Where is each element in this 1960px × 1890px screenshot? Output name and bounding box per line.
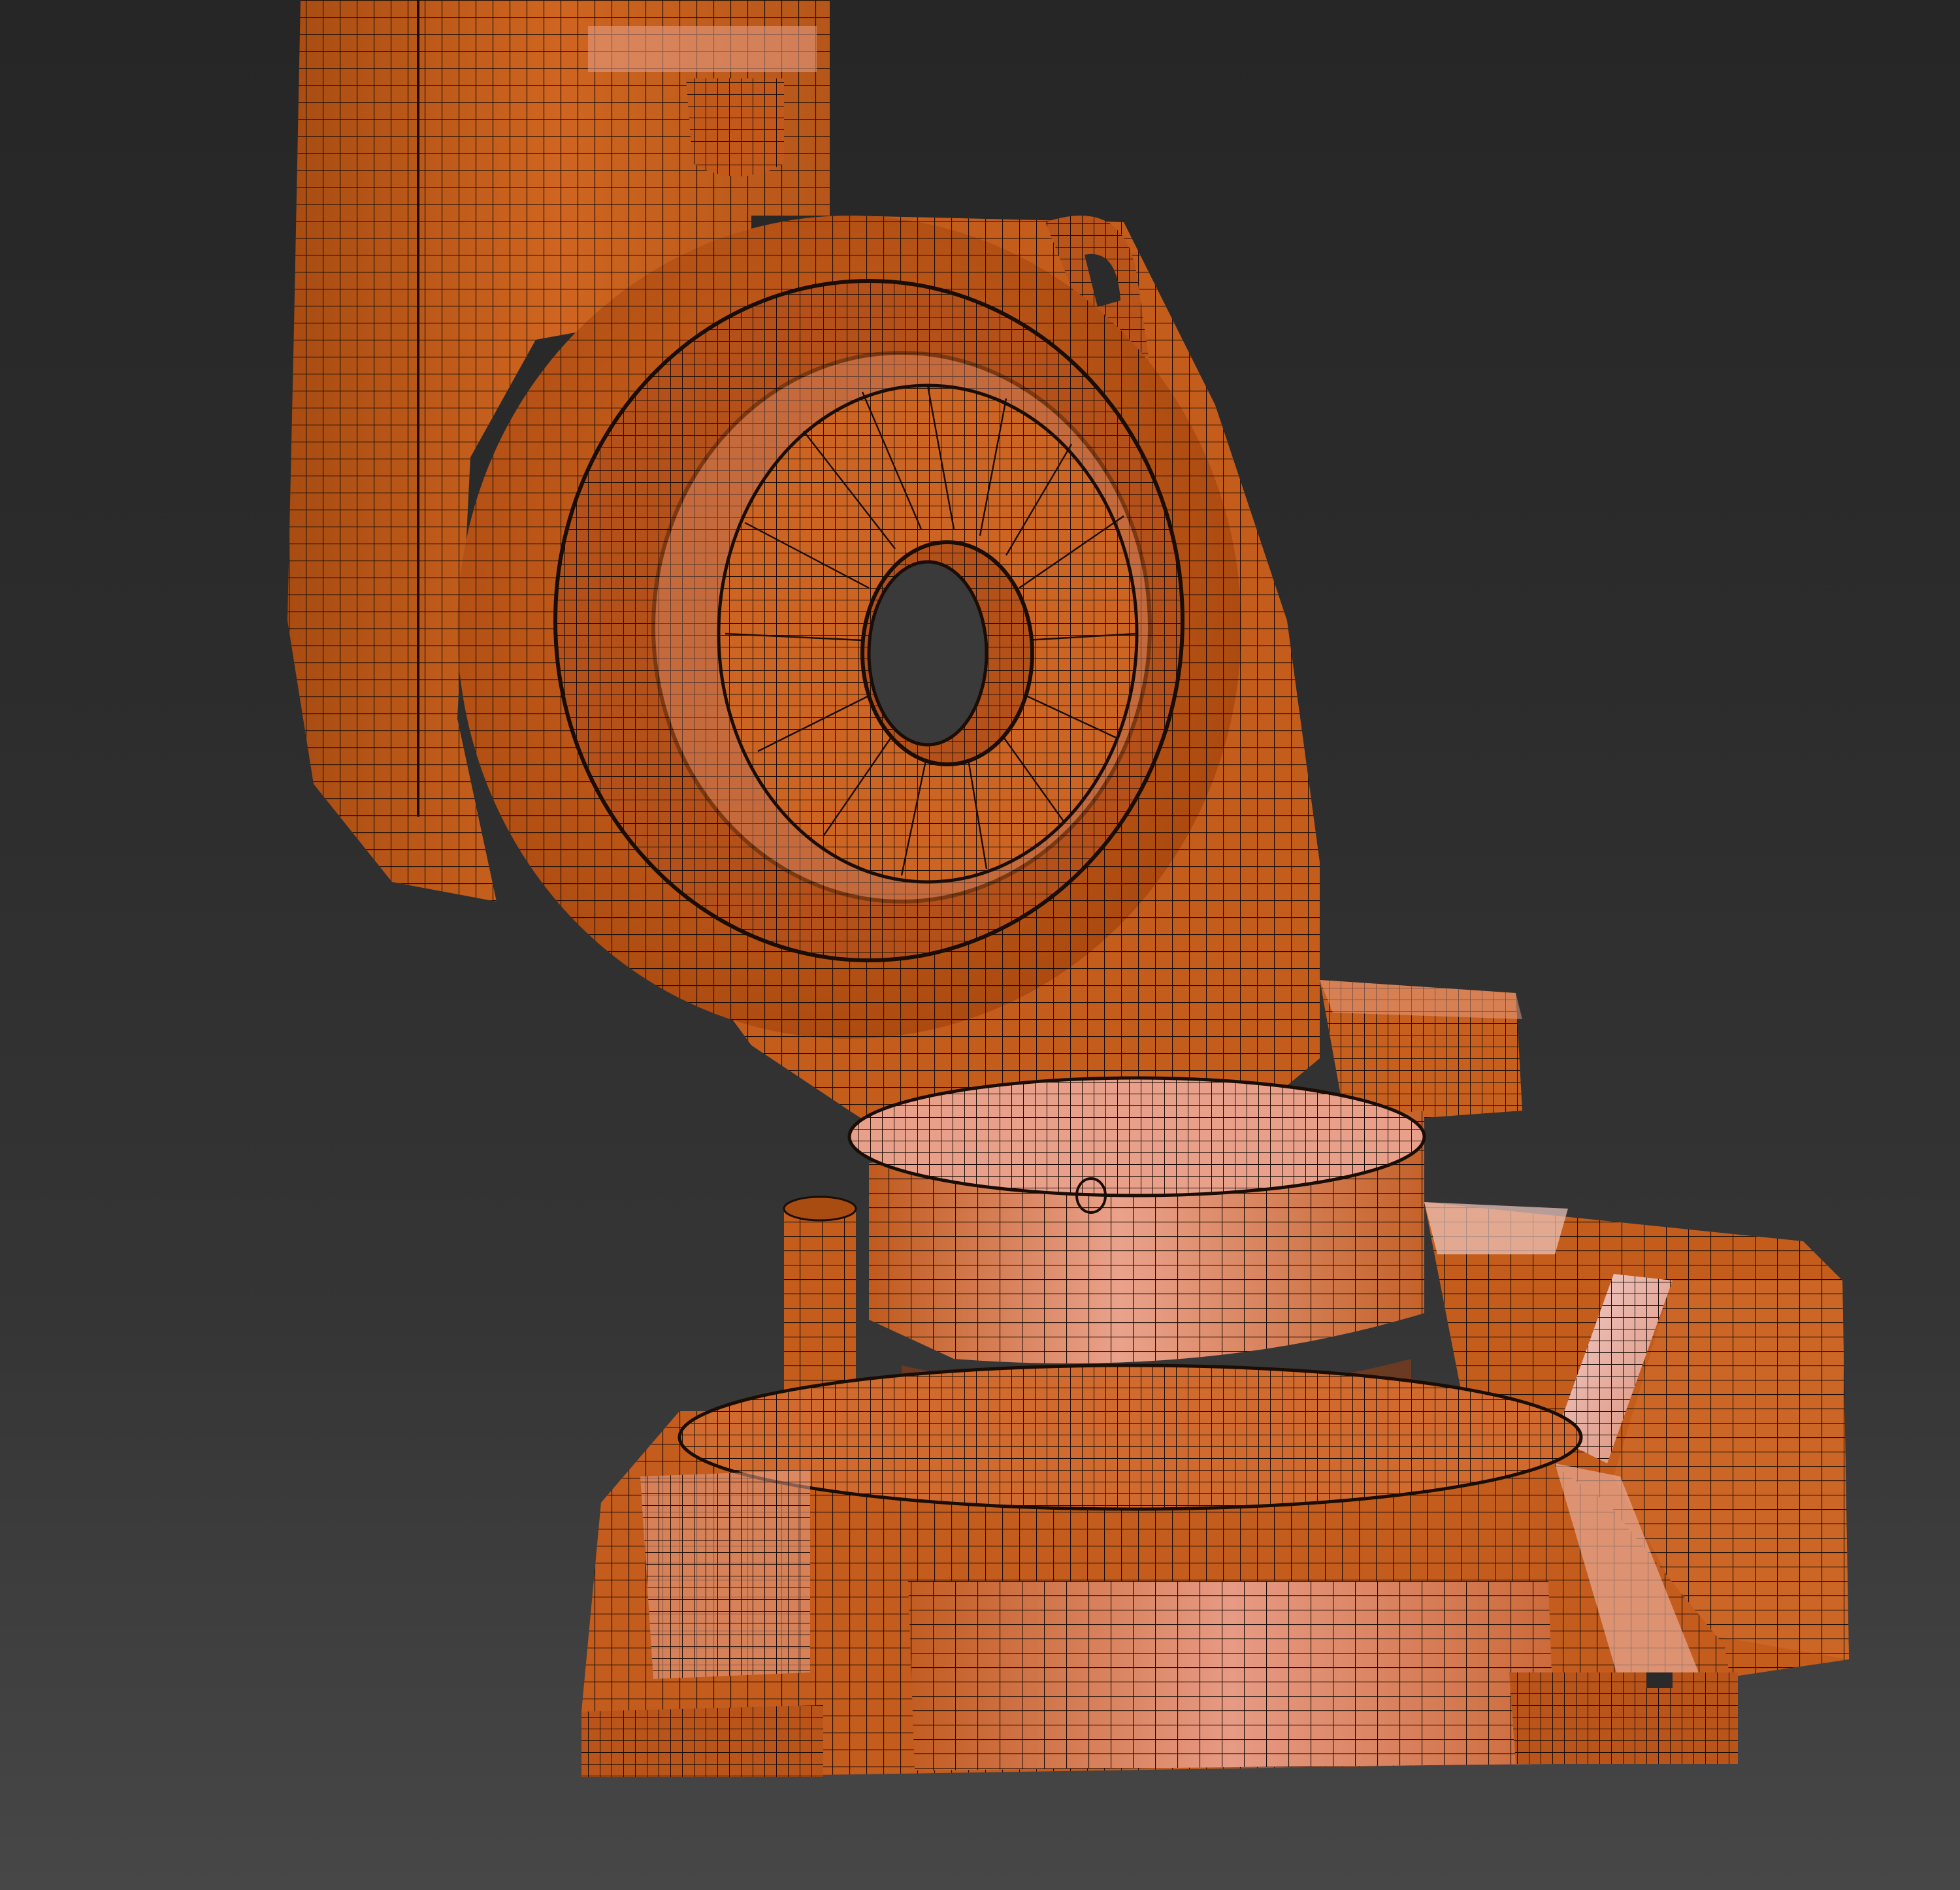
robot-arm-model[interactable]: [0, 0, 1960, 1890]
pedestal-base: [581, 1363, 1738, 1777]
shoulder-hub: [457, 216, 1241, 1039]
3d-viewport[interactable]: [0, 0, 1960, 1890]
